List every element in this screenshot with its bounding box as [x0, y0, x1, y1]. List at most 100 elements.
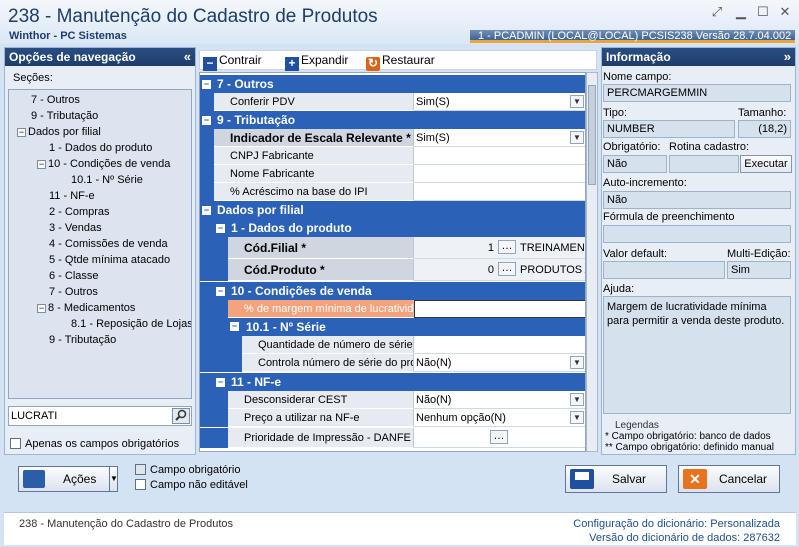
- checkbox-box[interactable]: [10, 438, 21, 449]
- scrollbar-thumb[interactable]: [588, 85, 596, 185]
- chevron-down-icon[interactable]: ▼: [570, 411, 584, 424]
- search-icon[interactable]: [172, 408, 190, 424]
- expand-panel-icon[interactable]: »: [784, 48, 791, 66]
- only-required-checkbox[interactable]: Apenas os campos obrigatórios: [10, 438, 179, 450]
- ellipsis-button[interactable]: …: [490, 430, 508, 444]
- collapse-panel-icon[interactable]: «: [184, 48, 191, 66]
- field-label: Conferir PDV: [214, 93, 414, 111]
- minimize-icon[interactable]: ▁: [732, 5, 750, 19]
- tree-item-tributacao-filial[interactable]: 9 - Tributação: [49, 333, 116, 348]
- tree-item-outros-filial[interactable]: 7 - Outros: [49, 285, 98, 300]
- plus-icon: +: [285, 57, 299, 71]
- execute-button[interactable]: Executar: [740, 155, 792, 173]
- tree-item-medicamentos[interactable]: −8 - Medicamentos: [37, 301, 135, 316]
- type-value: NUMBER: [603, 120, 735, 138]
- field-value-conferir-pdv[interactable]: Sim(S) ▼: [414, 93, 585, 111]
- field-label: Desconsiderar CEST: [228, 391, 414, 409]
- tree-item-n-serie[interactable]: 10.1 - Nº Série: [71, 173, 143, 188]
- tree-collapse-icon[interactable]: −: [17, 127, 26, 137]
- field-value-cod-filial[interactable]: 1 … TREINAMENT: [414, 237, 585, 259]
- collapse-icon[interactable]: −: [230, 322, 239, 331]
- user-info-bar: 1 - PCADMIN (LOCAL@LOCAL) PCSIS238 Versã…: [470, 30, 795, 43]
- ellipsis-button[interactable]: …: [498, 262, 516, 276]
- chevron-down-icon[interactable]: ▼: [570, 356, 584, 369]
- field-label: Indicador de Escala Relevante *: [214, 129, 414, 147]
- collapse-label: Contrair: [219, 53, 262, 67]
- category-dados-filial[interactable]: − Dados por filial: [200, 201, 585, 219]
- close-icon[interactable]: ✕: [776, 5, 794, 19]
- tree-item-dados-produto[interactable]: 1 - Dados do produto: [49, 141, 152, 156]
- actions-button[interactable]: Ações ▼: [18, 466, 118, 492]
- tree-item-dados-filial[interactable]: − Dados por filial: [17, 125, 101, 140]
- pin-icon[interactable]: ⤢: [708, 5, 726, 19]
- field-value-text: 1: [487, 242, 494, 254]
- restore-label: Restaurar: [382, 53, 435, 67]
- restore-button[interactable]: ↻ Restaurar: [366, 53, 435, 71]
- tree-item-label: 8 - Medicamentos: [48, 302, 136, 314]
- tree-item-label: 7 - Outros: [31, 94, 80, 106]
- legend-swatch: [135, 479, 146, 490]
- collapse-icon[interactable]: −: [216, 378, 225, 388]
- tree-item-tributacao[interactable]: 9 - Tributação: [31, 109, 98, 124]
- field-label: Cód.Produto *: [228, 259, 414, 281]
- tree-item-comissoes[interactable]: 4 - Comissões de venda: [49, 237, 168, 252]
- tree-item-qtde-minima[interactable]: 5 - Qtde mínima atacado: [49, 253, 170, 268]
- subcategory-condicoes-venda[interactable]: −10 - Condições de venda: [200, 282, 585, 300]
- tree-item-label: 4 - Comissões de venda: [49, 238, 168, 250]
- subcategory-label: 10 - Condições de venda: [231, 284, 372, 298]
- search-input[interactable]: [11, 409, 166, 423]
- collapse-icon[interactable]: −: [202, 116, 211, 126]
- status-text: 238 - Manutenção do Cadastro de Produtos: [19, 518, 234, 530]
- subcategory-n-serie[interactable]: −10.1 - Nº Série: [200, 318, 585, 336]
- chevron-down-icon[interactable]: ▼: [570, 131, 584, 144]
- subcategory-nfe[interactable]: −11 - NF-e: [200, 373, 585, 391]
- collapse-button[interactable]: − Contrair: [203, 53, 262, 71]
- tree-item-classe[interactable]: 6 - Classe: [49, 269, 99, 284]
- tree-collapse-icon[interactable]: −: [37, 303, 46, 313]
- collapse-icon[interactable]: −: [202, 80, 211, 90]
- legend-swatch: [135, 464, 146, 475]
- type-label: Tipo:: [603, 107, 628, 119]
- field-value-margem-minima[interactable]: [414, 300, 585, 318]
- field-value-qtd-numero-serie[interactable]: [414, 336, 585, 354]
- category-tributacao[interactable]: −9 - Tributação: [200, 111, 585, 129]
- collapse-icon[interactable]: −: [216, 224, 225, 234]
- tree-item-outros[interactable]: 7 - Outros: [31, 93, 80, 108]
- cancel-icon: ✕: [683, 469, 707, 489]
- collapse-icon[interactable]: −: [216, 287, 225, 297]
- expand-button[interactable]: + Expandir: [285, 53, 348, 71]
- ellipsis-button[interactable]: …: [498, 240, 516, 254]
- only-required-label: Apenas os campos obrigatórios: [25, 438, 180, 450]
- field-value-desconsiderar-cest[interactable]: Não(N) ▼: [414, 391, 585, 409]
- field-value-preco-nfe[interactable]: Nenhum opção(N) ▼: [414, 409, 585, 427]
- tree-item-vendas[interactable]: 3 - Vendas: [49, 221, 102, 236]
- subcategory-dados-produto[interactable]: −1 - Dados do produto: [200, 219, 585, 237]
- field-value-cod-produto[interactable]: 0 … PRODUTOS A: [414, 259, 585, 281]
- field-value-text: Não(N): [416, 357, 452, 369]
- category-outros[interactable]: −7 - Outros: [200, 75, 585, 93]
- maximize-icon[interactable]: ☐: [754, 5, 772, 19]
- collapse-icon[interactable]: −: [202, 206, 211, 216]
- grid-scrollbar[interactable]: [586, 72, 598, 452]
- field-value-cnpj-fabricante[interactable]: [414, 147, 585, 165]
- save-button[interactable]: Salvar: [565, 465, 667, 493]
- field-value-nome-fabricante[interactable]: [414, 165, 585, 183]
- tree-collapse-icon[interactable]: −: [37, 159, 46, 169]
- tree-item-compras[interactable]: 2 - Compras: [49, 205, 110, 220]
- tree-item-condicoes-venda[interactable]: −10 - Condições de venda: [37, 157, 170, 172]
- legend-not-editable: Campo não editável: [135, 479, 248, 491]
- field-value-prioridade-danfe[interactable]: …: [414, 428, 585, 448]
- field-value-controla-serie[interactable]: Não(N) ▼: [414, 354, 585, 372]
- field-value-escala-relevante[interactable]: Sim(S) ▼: [414, 129, 585, 147]
- field-value-acrescimo-ipi[interactable]: [414, 183, 585, 201]
- chevron-down-icon[interactable]: ▼: [109, 467, 118, 491]
- grid-row: Controla número de série do produto Não(…: [200, 354, 585, 372]
- tree-item-reposicao-lojas[interactable]: 8.1 - Reposição de Lojas: [71, 317, 191, 332]
- chevron-down-icon[interactable]: ▼: [570, 393, 584, 406]
- field-value-text: 0: [487, 264, 494, 276]
- tree-item-nfe[interactable]: 11 - NF-e: [49, 189, 95, 204]
- grid-row: Cód.Produto * 0 … PRODUTOS A: [200, 259, 585, 281]
- chevron-down-icon[interactable]: ▼: [570, 95, 584, 108]
- field-label: Controla número de série do produto: [242, 354, 414, 372]
- cancel-button[interactable]: ✕ Cancelar: [678, 465, 780, 493]
